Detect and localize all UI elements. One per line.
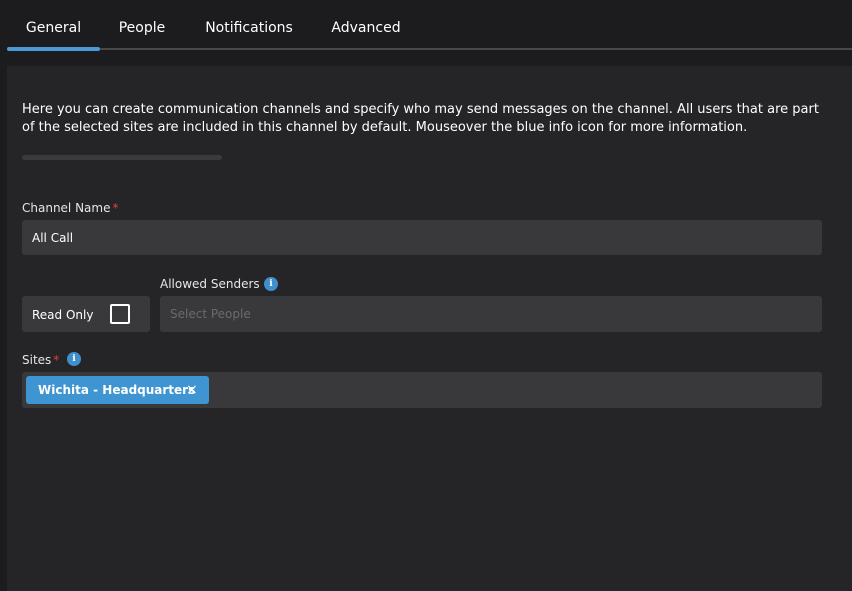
channel-name-value: All Call [32,231,74,245]
tab-bar-divider [100,48,852,50]
channel-name-label-text: Channel Name [22,201,111,215]
progress-bar [22,155,222,160]
sites-label: Sites * [22,353,59,367]
intro-text: Here you can create communication channe… [22,102,819,135]
tab-general[interactable]: General [7,0,100,54]
allowed-senders-placeholder: Select People [170,307,251,321]
allowed-senders-select[interactable]: Select People [160,296,822,332]
info-icon[interactable]: i [264,277,278,291]
channel-name-label: Channel Name * [22,201,118,215]
tab-notifications[interactable]: Notifications [193,0,305,54]
required-marker: * [112,201,119,215]
close-icon[interactable]: × [186,376,198,404]
active-tab-indicator [7,47,100,51]
read-only-checkbox[interactable] [110,304,130,324]
site-chip-label: Wichita - Headquarters [38,383,196,397]
tab-advanced[interactable]: Advanced [320,0,412,54]
read-only-toggle[interactable]: Read Only [22,296,150,332]
tab-people[interactable]: People [107,0,177,54]
allowed-senders-label: Allowed Senders [160,277,260,291]
channel-name-field[interactable]: All Call [22,220,822,255]
tab-bar: General People Notifications Advanced [0,0,852,54]
sites-label-text: Sites [22,353,52,367]
read-only-label: Read Only [32,308,94,322]
required-marker: * [53,353,60,367]
info-icon[interactable]: i [67,352,81,366]
site-chip: Wichita - Headquarters × [26,376,209,404]
